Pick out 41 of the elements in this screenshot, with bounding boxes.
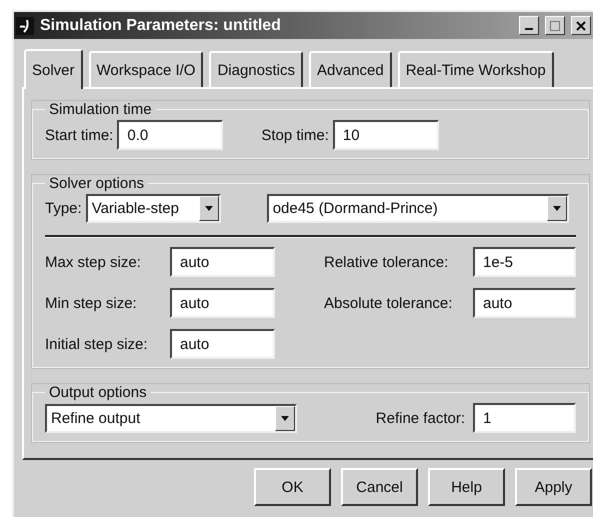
tab[interactable]: Real-Time Workshop — [398, 51, 554, 87]
dialog-button[interactable]: OK — [254, 468, 331, 506]
group-label: Simulation time — [48, 101, 153, 118]
input-field[interactable]: auto — [170, 288, 275, 318]
dialog-button[interactable]: Help — [428, 468, 505, 506]
close-icon[interactable] — [576, 20, 586, 30]
input-field[interactable]: 1 — [473, 403, 576, 433]
field-label: Initial step size: — [45, 336, 148, 352]
tab[interactable]: Workspace I/O — [88, 51, 204, 87]
input-field[interactable]: 10 — [332, 120, 439, 150]
input-field[interactable]: 0.0 — [117, 120, 224, 150]
input-field[interactable]: 1e-5 — [473, 247, 576, 277]
field-label: Refine factor: — [376, 410, 465, 426]
group-label: Output options — [48, 384, 148, 401]
field-label: Start time: — [45, 126, 114, 144]
maximize-button[interactable] — [545, 16, 565, 35]
close-button[interactable] — [571, 16, 591, 35]
field-label: Stop time: — [261, 126, 329, 144]
dropdown-arrow-icon[interactable] — [204, 206, 213, 211]
solver-dropdown[interactable]: ode45 (Dormand-Prince) — [266, 194, 569, 223]
dialog-button[interactable]: Apply — [515, 468, 592, 506]
field-label: Max step size: — [45, 254, 141, 270]
tab[interactable]: Solver — [24, 49, 83, 89]
input-field[interactable]: auto — [170, 247, 275, 277]
field-label: Absolute tolerance: — [324, 294, 452, 312]
solver-type-dropdown[interactable]: Variable-step — [86, 194, 221, 223]
field-label: Type: — [45, 200, 82, 217]
group-label: Solver options — [48, 175, 146, 192]
output-dropdown[interactable]: Refine output — [45, 404, 297, 432]
dropdown-arrow-icon[interactable] — [281, 416, 289, 420]
window-title: Simulation Parameters: untitled — [40, 16, 282, 34]
input-field[interactable]: auto — [170, 329, 275, 359]
tab[interactable]: Advanced — [309, 51, 392, 87]
minimize-button[interactable] — [519, 16, 539, 35]
input-field[interactable]: auto — [473, 288, 576, 318]
app-icon — [16, 16, 34, 34]
field-label: Relative tolerance: — [324, 254, 448, 270]
field-label: Min step size: — [45, 294, 137, 312]
tab[interactable]: Diagnostics — [209, 51, 303, 87]
dialog-button[interactable]: Cancel — [341, 468, 418, 506]
dropdown-arrow-icon[interactable] — [552, 206, 561, 211]
